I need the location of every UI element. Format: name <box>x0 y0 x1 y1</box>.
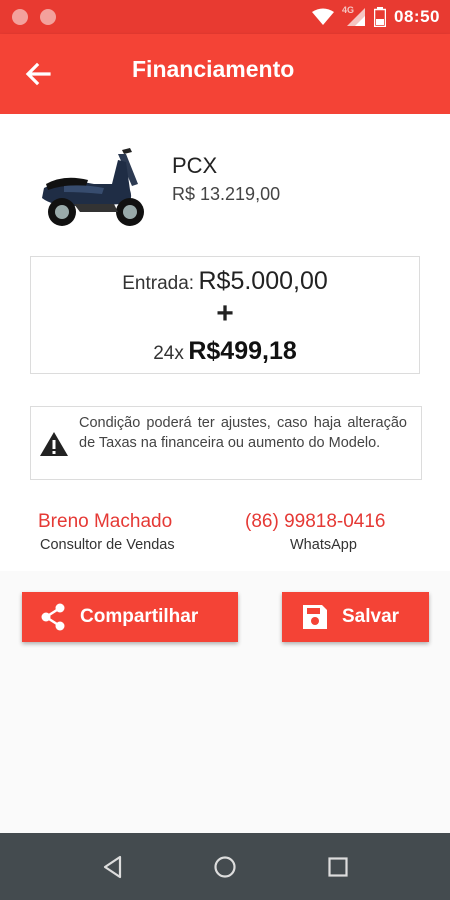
page-title: Financiamento <box>132 56 295 82</box>
system-nav-bar <box>0 833 450 900</box>
app-bar: Financiamento <box>0 34 450 114</box>
down-payment-value: R$5.000,00 <box>198 267 328 295</box>
down-payment-label: Entrada: <box>122 273 195 294</box>
battery-icon <box>374 7 387 27</box>
warning-notice: Condição poderá ter ajustes, caso haja a… <box>30 406 422 480</box>
share-icon <box>41 603 65 631</box>
status-bar: 4G 08:50 <box>0 0 450 34</box>
status-icons: 4G 08:50 <box>312 0 440 34</box>
warning-text: Condição poderá ter ajustes, caso haja a… <box>79 415 407 451</box>
installment-row: 24x R$499,18 <box>31 337 419 366</box>
wifi-icon <box>312 8 335 25</box>
warning-icon <box>40 432 68 456</box>
cell-signal-icon: 4G <box>342 5 366 27</box>
consultant-name: Breno Machado <box>38 511 173 532</box>
product-price: R$ 13.219,00 <box>172 184 281 204</box>
share-button-label: Compartilhar <box>80 606 199 627</box>
plus-sign: + <box>216 297 234 330</box>
save-button-label: Salvar <box>342 606 400 627</box>
phone-label: WhatsApp <box>290 537 357 553</box>
down-payment-row: Entrada: R$5.000,00 <box>31 267 419 296</box>
main-content: PCX R$ 13.219,00 Entrada: R$5.000,00 + 2… <box>0 114 450 571</box>
installment-count: 24x <box>153 343 184 364</box>
notification-dot-icon <box>40 9 56 25</box>
installment-value: R$499,18 <box>188 337 297 365</box>
status-clock: 08:50 <box>394 7 440 26</box>
arrow-back-icon[interactable] <box>22 58 54 90</box>
nav-recents-icon[interactable] <box>324 853 352 881</box>
consultant-role: Consultor de Vendas <box>40 537 175 553</box>
save-button[interactable]: Salvar <box>282 592 429 642</box>
notification-dot-icon <box>12 9 28 25</box>
nav-home-icon[interactable] <box>211 853 239 881</box>
nav-back-icon[interactable] <box>99 853 127 881</box>
share-button[interactable]: Compartilhar <box>22 592 238 642</box>
save-icon <box>303 605 327 629</box>
consultant-phone[interactable]: (86) 99818-0416 <box>245 511 386 533</box>
product-name: PCX <box>172 153 218 178</box>
financing-summary: Entrada: R$5.000,00 + 24x R$499,18 <box>30 256 420 374</box>
scooter-image <box>42 148 144 226</box>
